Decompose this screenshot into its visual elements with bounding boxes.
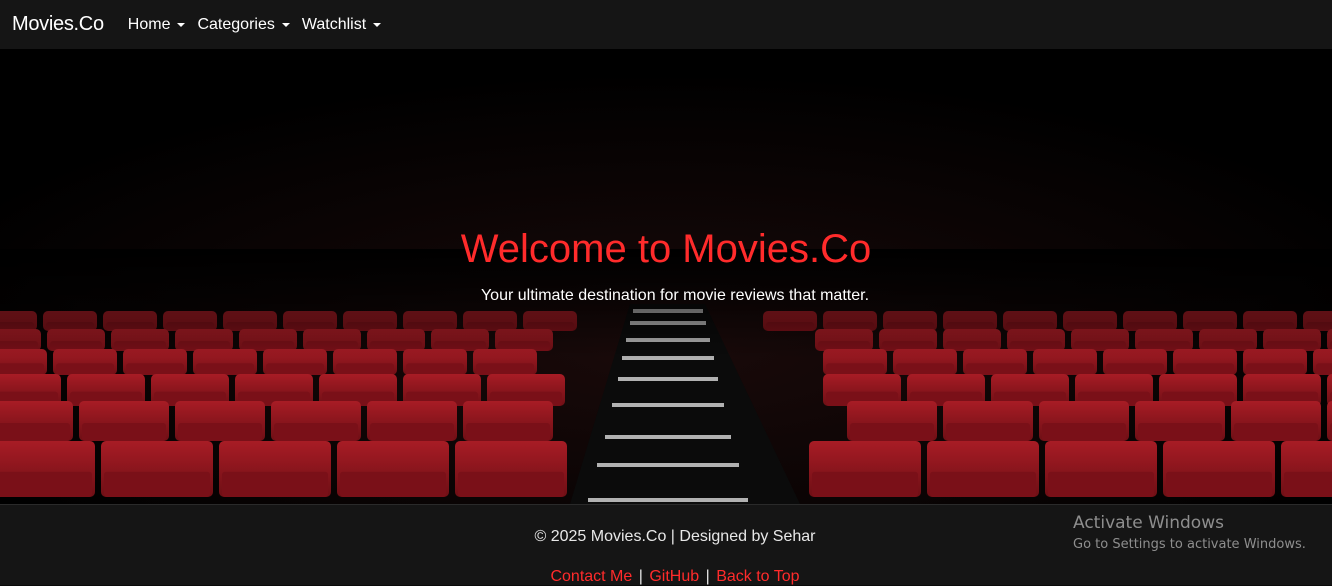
seat-cushion-shape (274, 423, 358, 441)
seat-cushion-shape (56, 363, 114, 375)
seat-cushion-shape (1234, 423, 1318, 441)
nav-watchlist-dropdown[interactable]: Watchlist (301, 15, 382, 34)
chevron-down-icon (281, 23, 290, 27)
windows-activation-watermark: Activate Windows Go to Settings to activ… (1073, 513, 1306, 552)
back-to-top-link[interactable]: Back to Top (716, 568, 799, 585)
hero-subtitle: Your ultimate destination for movie revi… (480, 287, 870, 304)
chevron-down-icon (177, 23, 186, 27)
stair-light-strip (605, 435, 731, 439)
seat-cushion-shape (850, 423, 934, 441)
seat-cushion-shape (466, 423, 550, 441)
seat-cushion-shape (266, 363, 324, 375)
seat-cushion-shape (1166, 471, 1272, 497)
seat-cushion-shape (946, 423, 1030, 441)
seat-cushion-shape (0, 363, 44, 375)
seat-cushion-shape (1106, 363, 1164, 375)
seat-cushion-shape (826, 363, 884, 375)
seat-cushion-shape (1284, 471, 1332, 497)
seat-cushion-shape (196, 363, 254, 375)
seat-cushion-shape (1138, 423, 1222, 441)
seat-cushion-shape (476, 363, 534, 375)
seat-cushion-shape (1048, 471, 1154, 497)
seat-cushion-shape (0, 423, 70, 441)
chevron-down-icon (373, 23, 382, 27)
nav-home-dropdown[interactable]: Home (128, 16, 186, 34)
link-separator: | (705, 568, 710, 585)
watermark-subtitle: Go to Settings to activate Windows. (1073, 537, 1306, 552)
brand-logo-link[interactable]: Movies.Co (12, 13, 104, 36)
seat-cushion-shape (222, 471, 328, 497)
seat-cushion-shape (104, 471, 210, 497)
nav-categories-label: Categories (197, 15, 275, 33)
footer-links: Contact Me | GitHub | Back to Top (0, 568, 1332, 586)
seat-cushion-shape (1036, 363, 1094, 375)
seat-cushion-shape (812, 471, 918, 497)
link-separator: | (638, 568, 643, 585)
navbar: Movies.Co Home Categories Watchlist (0, 0, 1332, 49)
seat-cushion-shape (82, 423, 166, 441)
seat-cushion-shape (370, 423, 454, 441)
seat-cushion-shape (1042, 423, 1126, 441)
stair-light-strip (618, 377, 718, 381)
seat-cushion-shape (1316, 363, 1332, 375)
seat-cushion-shape (126, 363, 184, 375)
stair-light-strip (612, 403, 724, 407)
seat-cushion-shape (896, 363, 954, 375)
watermark-title: Activate Windows (1073, 513, 1224, 533)
seat-cushion-shape (1246, 363, 1304, 375)
seat-cushion-shape (336, 363, 394, 375)
seat-cushion-shape (340, 471, 446, 497)
github-link[interactable]: GitHub (649, 568, 699, 585)
seat-cushion-shape (0, 471, 92, 497)
seat-cushion-shape (458, 471, 564, 497)
seat-cushion-shape (178, 423, 262, 441)
hero-section: Welcome to Movies.Co Your ultimate desti… (0, 49, 1332, 504)
nav-categories-dropdown[interactable]: Categories (197, 15, 290, 34)
seat-cushion-shape (1176, 363, 1234, 375)
cinema-seats-background-image (0, 49, 1332, 504)
seat-cushion-shape (930, 471, 1036, 497)
contact-me-link[interactable]: Contact Me (550, 568, 632, 585)
seat-cushion-shape (406, 363, 464, 375)
hero-title: Welcome to Movies.Co (460, 227, 872, 271)
nav-home-label: Home (127, 15, 171, 33)
nav-watchlist-label: Watchlist (301, 15, 367, 33)
stair-light-strip (597, 463, 739, 467)
seat-cushion-shape (966, 363, 1024, 375)
stair-light-strip (588, 498, 748, 502)
